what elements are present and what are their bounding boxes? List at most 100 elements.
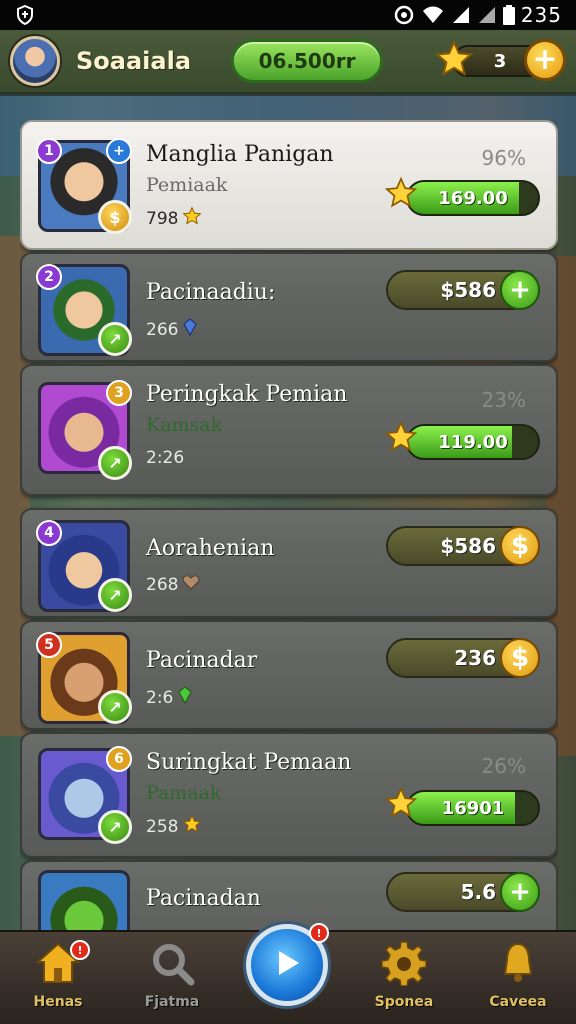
action-badge[interactable]: ↗ xyxy=(98,578,132,612)
notification-badge: ! xyxy=(70,940,90,960)
top-header: Soaaiala 06.500rr 3 + xyxy=(0,30,576,94)
nav-item-profile[interactable]: Caveea xyxy=(468,940,568,1020)
player-meta: 266 xyxy=(146,318,198,341)
player-title: Manglia Panigan xyxy=(146,142,334,167)
meta-value: 268 xyxy=(146,574,179,595)
list-item[interactable]: 4 ↗ Aorahenian 268 $586 $ xyxy=(20,508,558,618)
star-icon xyxy=(182,814,202,839)
arrow-icon: ↗ xyxy=(108,453,122,473)
progress-meter: 119.00 xyxy=(384,420,540,460)
gear-icon xyxy=(381,940,427,990)
rank-badge: 4 xyxy=(36,520,62,546)
progress-bar: 16901 xyxy=(406,790,540,826)
nav-label: Fjatma xyxy=(144,994,200,1010)
nav-item-home[interactable]: ! Henas xyxy=(8,940,108,1020)
progress-meter: 169.00 xyxy=(384,176,540,216)
star-balance: 3 + xyxy=(434,39,566,81)
star-icon xyxy=(384,786,418,824)
coin-badge: $ xyxy=(98,200,132,234)
value-pill: 236 $ xyxy=(386,638,540,678)
nav-label: Henas xyxy=(33,994,83,1010)
coin-balance-value: 06.500rr xyxy=(258,49,356,73)
progress-value: 169.00 xyxy=(438,187,508,209)
plus-icon: + xyxy=(509,275,531,305)
value-amount: $586 xyxy=(440,278,496,302)
plus-icon: + xyxy=(532,42,558,77)
action-badge[interactable]: ↗ xyxy=(98,690,132,724)
value-pill: $586 + xyxy=(386,270,540,310)
rank-badge: + xyxy=(106,138,132,164)
star-icon xyxy=(182,206,202,231)
add-button[interactable]: + xyxy=(500,270,540,310)
nav-label: Caveea xyxy=(489,994,547,1010)
coin-button[interactable]: $ xyxy=(500,526,540,566)
meta-value: 2:6 xyxy=(146,687,174,708)
wifi-icon xyxy=(421,5,445,25)
action-badge[interactable]: ↗ xyxy=(98,322,132,356)
star-count: 3 xyxy=(493,50,507,72)
add-button[interactable]: + xyxy=(500,872,540,912)
arrow-icon: ↗ xyxy=(108,817,122,837)
player-title: Suringkat Pemaan xyxy=(146,750,352,775)
arrow-icon: ↗ xyxy=(108,697,122,717)
rank-badge: 5 xyxy=(36,632,62,658)
list-item[interactable]: 5 ↗ Pacinadar 2:6 236 $ xyxy=(20,620,558,730)
play-button[interactable]: ! xyxy=(246,923,329,1006)
heart-icon xyxy=(182,574,200,595)
coin-balance-button[interactable]: 06.500rr xyxy=(231,39,384,83)
arrow-icon: ↗ xyxy=(108,329,122,349)
list-item[interactable]: 1 + $ Manglia Panigan Pemiaak 798 96% 16… xyxy=(20,120,558,250)
value-pill: $586 $ xyxy=(386,526,540,566)
coin-button[interactable]: $ xyxy=(500,638,540,678)
list-item[interactable]: Pacinadan 5.6 + xyxy=(20,860,558,930)
battery-icon xyxy=(502,5,515,25)
notification-badge: ! xyxy=(309,923,329,943)
player-title: Pacinaadiu: xyxy=(146,280,276,305)
meta-value: 258 xyxy=(146,816,179,837)
progress-bar: 119.00 xyxy=(406,424,540,460)
percent-label: 23% xyxy=(481,388,526,412)
nav-item-search[interactable]: Fjatma xyxy=(122,940,222,1020)
player-subtitle: Pamaak xyxy=(146,782,222,804)
star-icon xyxy=(384,176,418,214)
action-badge[interactable]: ↗ xyxy=(98,446,132,480)
leaderboard-list[interactable]: 1 + $ Manglia Panigan Pemiaak 798 96% 16… xyxy=(20,120,558,930)
play-icon xyxy=(269,945,305,985)
rank-badge: 1 xyxy=(36,138,62,164)
rank-badge: 3 xyxy=(106,380,132,406)
search-icon xyxy=(149,940,195,990)
progress-bar: 169.00 xyxy=(406,180,540,216)
value-amount: 5.6 xyxy=(460,880,496,904)
gem-icon xyxy=(177,686,193,709)
coin-icon: $ xyxy=(510,531,530,561)
nav-label: Sponea xyxy=(374,994,434,1010)
rank-badge: 6 xyxy=(106,746,132,772)
signal-icon xyxy=(477,5,497,25)
action-badge[interactable]: ↗ xyxy=(98,810,132,844)
player-title: Peringkak Pemian xyxy=(146,382,348,407)
player-meta: 2:6 xyxy=(146,686,193,709)
avatar[interactable] xyxy=(10,36,60,86)
signal-icon xyxy=(451,5,471,25)
player-meta: 268 xyxy=(146,574,200,595)
meta-value: 2:26 xyxy=(146,448,185,468)
nav-item-settings[interactable]: Sponea xyxy=(354,940,454,1020)
list-item[interactable]: 3 ↗ Peringkak Pemian Kamsak 2:26 23% 119… xyxy=(20,364,558,496)
player-meta: 2:26 xyxy=(146,448,184,468)
add-stars-button[interactable]: + xyxy=(524,39,566,81)
gem-icon xyxy=(182,318,198,341)
list-item[interactable]: 2 ↗ Pacinaadiu: 266 $586 + xyxy=(20,252,558,362)
list-item[interactable]: 6 ↗ Suringkat Pemaan Pamaak 258 26% 1690… xyxy=(20,732,558,858)
player-portrait xyxy=(38,870,130,930)
player-subtitle: Kamsak xyxy=(146,414,223,436)
arrow-icon: ↗ xyxy=(108,585,122,605)
rank-badge: 2 xyxy=(36,264,62,290)
progress-value: 16901 xyxy=(441,797,505,819)
plus-icon: + xyxy=(509,877,531,907)
shield-icon xyxy=(16,5,34,25)
star-icon xyxy=(384,420,418,458)
value-amount: 236 xyxy=(454,646,496,670)
player-title: Aorahenian xyxy=(146,536,275,561)
value-pill: 5.6 + xyxy=(386,872,540,912)
player-name: Soaaiala xyxy=(76,47,192,75)
